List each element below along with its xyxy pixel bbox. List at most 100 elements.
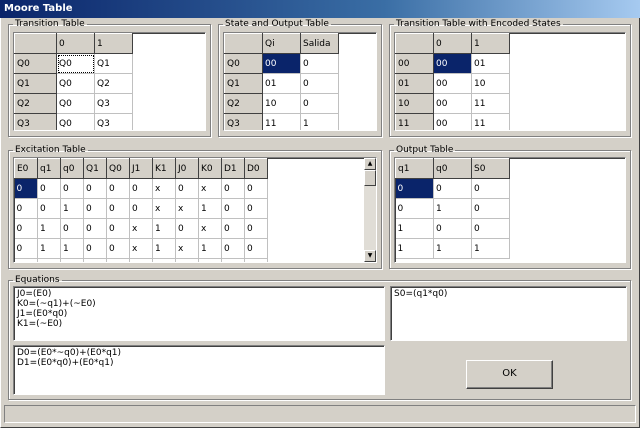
table-cell[interactable]: 0 (395, 198, 434, 219)
table-cell[interactable]: 0 (83, 218, 107, 239)
table-cell[interactable]: 01 (471, 53, 510, 74)
table-cell[interactable]: 0 (60, 258, 84, 262)
column-header[interactable]: Q0 (106, 158, 130, 179)
table-cell[interactable]: 0 (37, 178, 61, 199)
table-cell[interactable]: 0 (14, 198, 38, 219)
table-cell[interactable]: 0 (221, 198, 245, 219)
table-cell[interactable]: x (129, 218, 153, 239)
ok-button[interactable]: OK (466, 360, 553, 389)
table-cell[interactable]: 1 (14, 258, 38, 262)
table-cell[interactable]: Q0 (56, 93, 95, 114)
table-cell[interactable]: x (175, 238, 199, 259)
table-cell[interactable]: 01 (262, 73, 301, 94)
row-header[interactable]: Q1 (14, 73, 57, 94)
table-cell[interactable]: 0 (433, 178, 472, 199)
column-header[interactable]: 0 (433, 33, 472, 54)
table-cell[interactable]: x (152, 198, 176, 219)
table-cell[interactable]: 0 (106, 218, 130, 239)
table-cell[interactable]: 0 (244, 218, 268, 239)
column-header[interactable]: D1 (221, 158, 245, 179)
table-cell[interactable]: 0 (83, 178, 107, 199)
table-cell[interactable]: 0 (221, 218, 245, 239)
column-header[interactable]: q1 (37, 158, 61, 179)
table-cell[interactable]: 0 (106, 238, 130, 259)
table-cell[interactable]: 0 (129, 178, 153, 199)
table-cell[interactable]: 00 (433, 113, 472, 130)
row-header[interactable]: Q0 (224, 53, 263, 74)
table-cell[interactable]: x (152, 258, 176, 262)
row-header[interactable]: Q0 (14, 53, 57, 74)
column-header[interactable]: Qi (262, 33, 301, 54)
table-cell-selected[interactable]: 00 (262, 53, 301, 74)
table-cell[interactable]: 1 (244, 258, 268, 262)
column-header[interactable]: J0 (175, 158, 199, 179)
table-cell[interactable]: 1 (395, 238, 434, 259)
table-cell[interactable]: 1 (198, 238, 222, 259)
table-cell[interactable]: 0 (221, 178, 245, 199)
table-cell[interactable]: 0 (14, 238, 38, 259)
table-cell[interactable]: 0 (244, 238, 268, 259)
output-equations-memo[interactable]: S0=(q1*q0) (390, 286, 627, 341)
table-cell[interactable]: 0 (37, 198, 61, 219)
encoded-table-grid[interactable]: 0 1 00 00 01 01 00 10 10 00 11 11 00 11 (394, 32, 626, 131)
table-cell[interactable]: Q2 (94, 73, 133, 94)
table-cell[interactable]: 10 (471, 73, 510, 94)
excitation-table-scrollbar[interactable]: ▲ ▼ (364, 158, 376, 262)
table-cell[interactable]: 1 (175, 258, 199, 262)
table-cell[interactable]: 0 (221, 238, 245, 259)
column-header[interactable]: J1 (129, 158, 153, 179)
table-cell[interactable]: 0 (471, 178, 510, 199)
row-header[interactable]: 00 (395, 53, 434, 74)
column-header[interactable]: D0 (244, 158, 268, 179)
table-cell[interactable]: 1 (106, 258, 130, 262)
column-header[interactable]: 0 (56, 33, 95, 54)
table-cell[interactable]: 0 (471, 198, 510, 219)
table-cell[interactable]: 0 (60, 178, 84, 199)
row-header[interactable]: 11 (395, 113, 434, 130)
column-header[interactable]: S0 (471, 158, 510, 179)
table-cell[interactable]: 1 (152, 218, 176, 239)
row-header[interactable]: Q2 (14, 93, 57, 114)
table-cell[interactable]: 0 (106, 178, 130, 199)
transition-table-grid[interactable]: 0 1 Q0 Q0 Q1 Q1 Q0 Q2 Q2 Q0 Q3 Q3 Q0 Q3 (13, 32, 206, 131)
table-cell[interactable]: 1 (60, 238, 84, 259)
table-cell[interactable]: x (152, 178, 176, 199)
table-cell[interactable]: x (198, 258, 222, 262)
table-cell-selected[interactable]: 0 (14, 178, 38, 199)
table-cell[interactable]: x (129, 238, 153, 259)
table-cell-selected[interactable]: 0 (395, 178, 434, 199)
table-cell[interactable]: 11 (471, 113, 510, 130)
table-cell[interactable]: 00 (433, 93, 472, 114)
row-header[interactable]: Q3 (14, 113, 57, 130)
table-cell[interactable]: x (198, 178, 222, 199)
table-cell[interactable]: 1 (60, 198, 84, 219)
table-cell[interactable]: Q1 (94, 53, 133, 74)
column-header[interactable]: E0 (14, 158, 38, 179)
table-cell[interactable]: Q0 (56, 113, 95, 130)
table-cell[interactable]: 11 (471, 93, 510, 114)
table-cell[interactable]: 0 (244, 198, 268, 219)
table-cell[interactable]: 1 (433, 238, 472, 259)
table-cell[interactable]: x (175, 198, 199, 219)
table-cell[interactable]: 0 (83, 238, 107, 259)
table-cell[interactable]: 0 (14, 218, 38, 239)
column-header[interactable]: 1 (471, 33, 510, 54)
row-header[interactable]: Q1 (224, 73, 263, 94)
table-cell[interactable]: 1 (198, 198, 222, 219)
table-cell[interactable]: 0 (300, 53, 339, 74)
table-cell[interactable]: Q3 (94, 93, 133, 114)
table-cell[interactable]: 00 (433, 73, 472, 94)
table-cell[interactable]: 1 (433, 198, 472, 219)
scroll-up-icon[interactable]: ▲ (364, 158, 376, 170)
table-cell[interactable]: 0 (60, 218, 84, 239)
column-header[interactable]: Q1 (83, 158, 107, 179)
table-cell[interactable]: 0 (175, 218, 199, 239)
jk-equations-memo[interactable]: J0=(E0) K0=(~q1)+(~E0) J1=(E0*q0) K1=(~E… (13, 286, 385, 341)
table-cell[interactable]: 0 (244, 178, 268, 199)
table-cell[interactable]: 10 (262, 93, 301, 114)
column-header[interactable]: q0 (433, 158, 472, 179)
column-header[interactable]: K0 (198, 158, 222, 179)
table-cell-selected[interactable]: 00 (433, 53, 472, 74)
table-cell[interactable]: 0 (83, 258, 107, 262)
excitation-table-grid[interactable]: E0 q1 q0 Q1 Q0 J1 K1 J0 K0 D1 D0 0 0 0 0… (13, 157, 377, 263)
